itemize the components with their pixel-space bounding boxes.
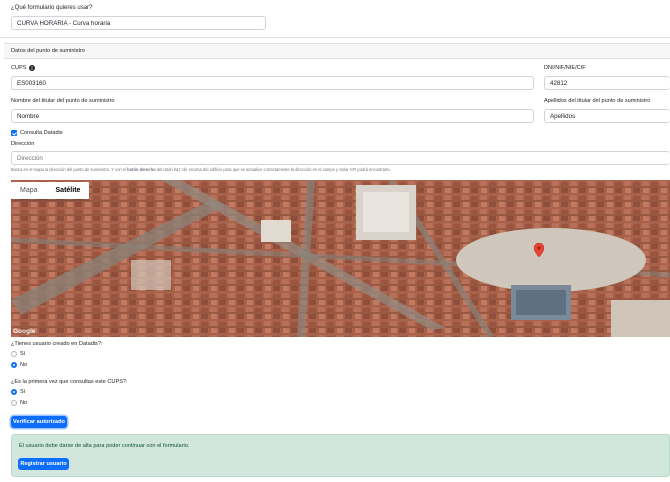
q-primera-option-no[interactable]: No <box>11 400 27 406</box>
q-usuario-radio-si[interactable] <box>11 351 17 357</box>
section-header: Datos del punto de suministro <box>4 43 670 59</box>
q-usuario-option-no[interactable]: No <box>11 362 27 368</box>
dni-value: 42812 <box>550 79 568 87</box>
consulta-datadis-label: Consulta Datadis <box>20 130 63 136</box>
cups-redaction <box>48 77 172 89</box>
titular-nombre-input[interactable]: Nombre <box>11 109 534 123</box>
cups-label-row: CUPS <box>11 65 35 71</box>
map-type-control: Mapa Satélite <box>11 182 90 199</box>
alert-info: El usuario debe darse de alta para poder… <box>11 434 670 477</box>
satellite-map[interactable]: Mapa Satélite Google <box>11 180 670 337</box>
form-select[interactable]: CURVA HORARIA - Curva horaria <box>11 16 266 30</box>
divider <box>0 37 670 38</box>
direccion-input[interactable] <box>11 151 670 165</box>
titular-apellidos-input[interactable]: Apellidos <box>544 109 670 123</box>
direccion-label: Dirección <box>11 141 35 147</box>
alert-message: El usuario debe darse de alta para poder… <box>19 443 190 449</box>
cups-label: CUPS <box>11 65 27 71</box>
direccion-help-bold: botón derecho <box>127 167 156 172</box>
titular-nombre-label: Nombre del titular del punto de suminist… <box>11 98 115 104</box>
verificar-autorizado-button[interactable]: Verificar autorizado <box>11 416 67 428</box>
cups-value: ES003160 <box>17 79 46 87</box>
map-tab-satelite[interactable]: Satélite <box>47 187 90 194</box>
q-usuario-option-si-label: Sí <box>20 351 26 357</box>
q-primera-option-si-label: Sí <box>20 389 26 395</box>
q-primera-option-si[interactable]: Sí <box>11 389 25 395</box>
dni-label: DNI/NIF/NIE/CIF <box>544 65 586 71</box>
satellite-imagery <box>11 180 670 337</box>
q-usuario-radio-no[interactable] <box>11 362 17 368</box>
section-title: Datos del punto de suministro <box>11 48 86 54</box>
q-primera-label: ¿Es la primera vez que consultas este CU… <box>11 379 128 385</box>
direccion-help: Busca en el mapa la dirección del punto … <box>11 167 391 172</box>
direccion-help-suffix: del ratón haz clic encima del edificio p… <box>155 167 391 172</box>
registrar-usuario-button[interactable]: Registrar usuario <box>18 458 69 470</box>
form-select-label: ¿Qué formulario quieres usar? <box>11 5 93 11</box>
form-select-value: CURVA HORARIA - Curva horaria <box>17 19 111 27</box>
q-usuario-label: ¿Tienes usuario creado en Datadis?: <box>11 341 103 347</box>
q-primera-option-no-label: No <box>20 400 28 406</box>
consulta-datadis-row: Consulta Datadis <box>11 130 63 136</box>
q-usuario-option-no-label: No <box>20 362 28 368</box>
direccion-help-prefix: Busca en el mapa la dirección del punto … <box>11 167 128 172</box>
q-primera-radio-no[interactable] <box>11 400 17 406</box>
map-pin-icon[interactable] <box>533 242 545 259</box>
google-attribution: Google <box>13 328 36 335</box>
titular-apellidos-label: Apellidos del titular del punto de sumin… <box>544 98 651 104</box>
info-circle-icon <box>28 65 35 71</box>
q-usuario-option-si[interactable]: Sí <box>11 351 25 357</box>
dni-input[interactable]: 42812 <box>544 76 670 90</box>
q-primera-radio-si[interactable] <box>11 389 17 395</box>
titular-apellidos-value: Apellidos <box>550 112 576 120</box>
titular-nombre-value: Nombre <box>17 112 40 120</box>
map-tab-mapa[interactable]: Mapa <box>11 187 47 194</box>
consulta-datadis-checkbox[interactable] <box>11 130 17 136</box>
